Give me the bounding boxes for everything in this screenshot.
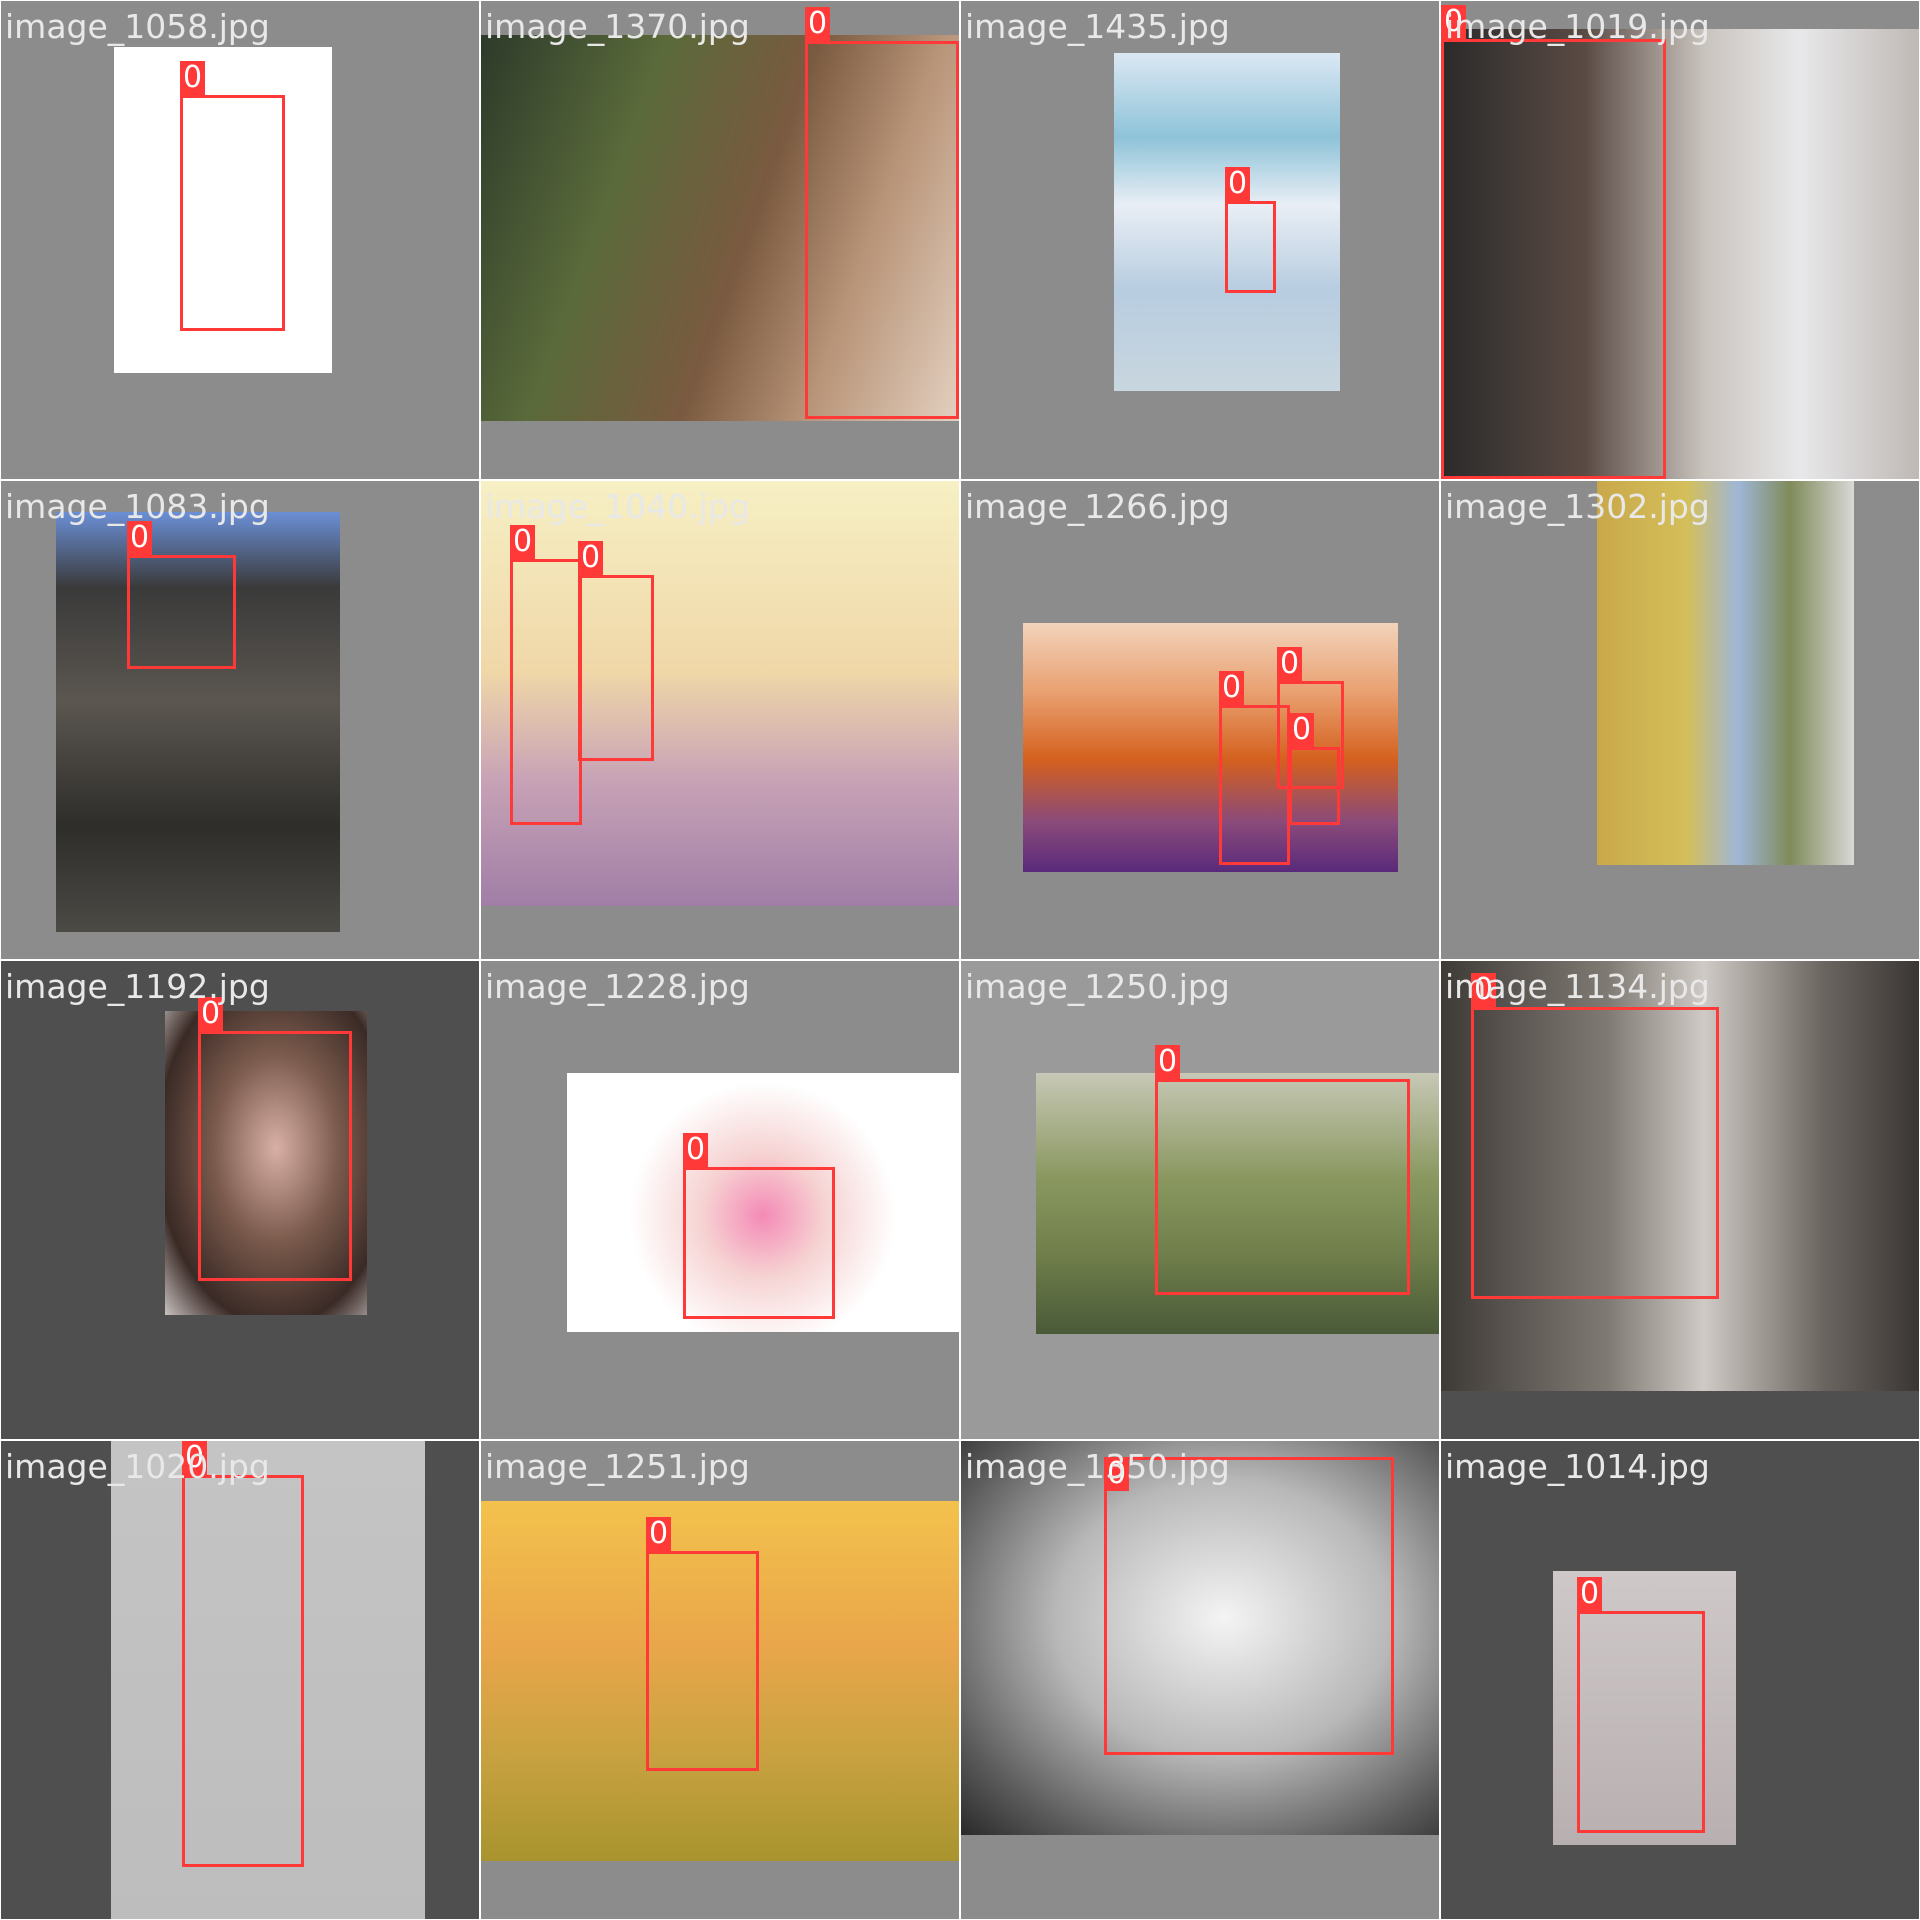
detection-box: 0 [1225, 167, 1276, 293]
detection-class-label: 0 [805, 7, 831, 41]
tile-filename: image_1134.jpg [1445, 967, 1710, 1006]
tile-filename: image_1266.jpg [965, 487, 1230, 526]
tile-filename: image_1435.jpg [965, 7, 1230, 46]
grid-tile: 0 0 image_1040.jpg [481, 481, 959, 959]
detection-box: 0 [510, 525, 582, 825]
detection-class-label: 0 [683, 1133, 709, 1167]
grid-tile: 0 image_1020.jpg [1, 1441, 479, 1919]
detection-box: 0 [1104, 1457, 1394, 1755]
tile-photo [1597, 481, 1854, 865]
tile-filename: image_1020.jpg [5, 1447, 270, 1486]
detection-box: 0 [1471, 973, 1719, 1299]
detection-class-label: 0 [180, 61, 206, 95]
tile-filename: image_1302.jpg [1445, 487, 1710, 526]
detection-box: 0 [683, 1133, 835, 1319]
detection-class-label: 0 [1155, 1045, 1181, 1079]
detection-box: 0 [180, 61, 285, 331]
detection-class-label: 0 [1289, 713, 1315, 747]
detection-class-label: 0 [510, 525, 536, 559]
tile-filename: image_1370.jpg [485, 7, 750, 46]
detection-class-label: 0 [578, 541, 604, 575]
tile-filename: image_1251.jpg [485, 1447, 750, 1486]
image-grid: 0 image_1058.jpg 0 image_1370.jpg 0 image_143… [0, 0, 1920, 1920]
grid-tile: 0 image_1019.jpg [1441, 1, 1919, 479]
grid-tile: image_1302.jpg [1441, 481, 1919, 959]
detection-box: 0 [805, 7, 959, 419]
detection-box: 0 [1289, 713, 1340, 825]
detection-box: 0 [646, 1517, 759, 1771]
grid-tile: 0 image_1083.jpg [1, 481, 479, 959]
detection-box: 0 [127, 521, 236, 669]
tile-filename: image_1058.jpg [5, 7, 270, 46]
grid-tile: 0 image_1014.jpg [1441, 1441, 1919, 1919]
tile-filename: image_1083.jpg [5, 487, 270, 526]
tile-filename: image_1014.jpg [1445, 1447, 1710, 1486]
tile-filename: image_1250.jpg [965, 967, 1230, 1006]
detection-class-label: 0 [1277, 647, 1303, 681]
detection-box: 0 [1577, 1577, 1705, 1833]
grid-tile: 0 image_1134.jpg [1441, 961, 1919, 1439]
tile-filename: image_1192.jpg [5, 967, 270, 1006]
detection-class-label: 0 [1225, 167, 1251, 201]
grid-tile: 0 0 0 image_1266.jpg [961, 481, 1439, 959]
detection-class-label: 0 [1577, 1577, 1603, 1611]
tile-filename: image_1350.jpg [965, 1447, 1230, 1486]
detection-class-label: 0 [646, 1517, 672, 1551]
grid-tile: 0 image_1250.jpg [961, 961, 1439, 1439]
grid-tile: 0 image_1350.jpg [961, 1441, 1439, 1919]
grid-tile: 0 image_1228.jpg [481, 961, 959, 1439]
tile-filename: image_1019.jpg [1445, 7, 1710, 46]
detection-box: 0 [578, 541, 654, 761]
detection-box: 0 [1441, 5, 1666, 479]
tile-filename: image_1228.jpg [485, 967, 750, 1006]
grid-tile: 0 image_1192.jpg [1, 961, 479, 1439]
detection-box: 0 [182, 1441, 304, 1867]
detection-class-label: 0 [1219, 671, 1245, 705]
detection-box: 0 [198, 997, 352, 1281]
detection-box: 0 [1155, 1045, 1410, 1295]
tile-filename: image_1040.jpg [485, 487, 750, 526]
grid-tile: 0 image_1370.jpg [481, 1, 959, 479]
grid-tile: 0 image_1058.jpg [1, 1, 479, 479]
grid-tile: 0 image_1435.jpg [961, 1, 1439, 479]
grid-tile: 0 image_1251.jpg [481, 1441, 959, 1919]
